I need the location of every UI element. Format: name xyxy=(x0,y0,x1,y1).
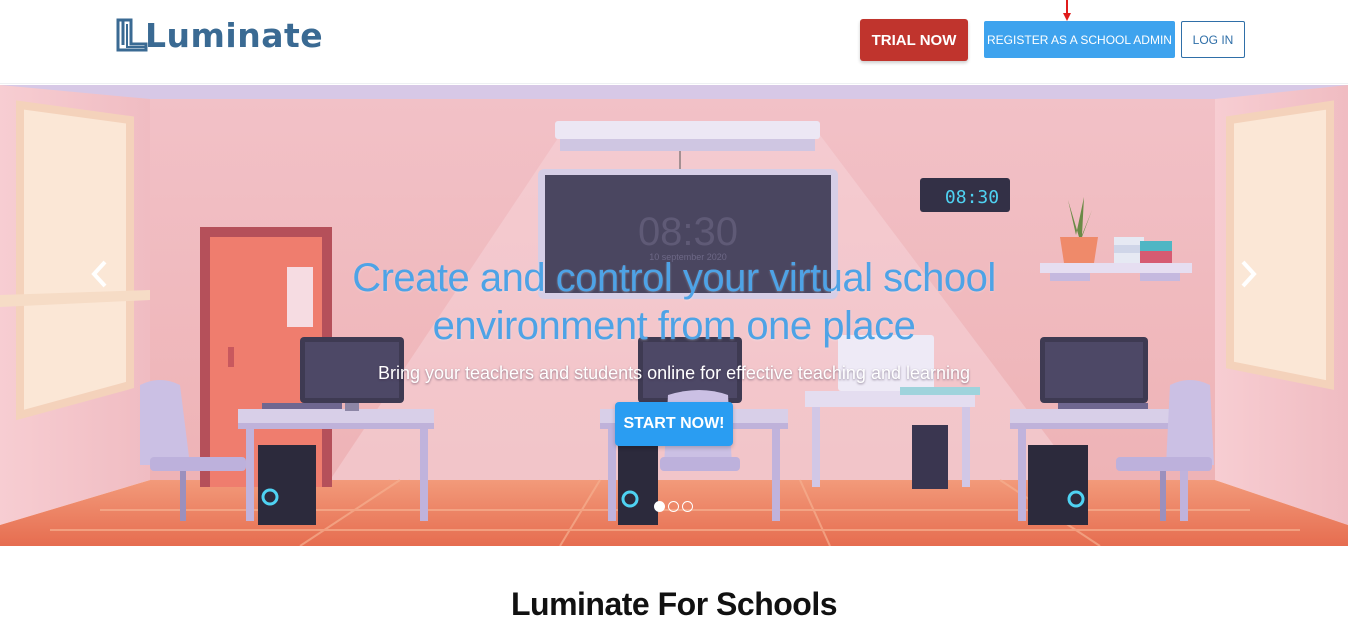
carousel-indicators xyxy=(654,501,693,512)
chevron-right-icon xyxy=(1241,260,1257,288)
section-title: Luminate For Schools xyxy=(510,586,838,622)
logo-link[interactable]: Luminate xyxy=(113,12,323,56)
board-time: 08:30 xyxy=(638,210,738,254)
carousel-dot-1[interactable] xyxy=(654,501,665,512)
login-button[interactable]: LOG IN xyxy=(1181,21,1245,58)
register-school-admin-button[interactable]: REGISTER AS A SCHOOL ADMIN xyxy=(984,21,1175,58)
chevron-left-icon xyxy=(91,260,107,288)
red-arrow-icon xyxy=(1063,0,1071,21)
carousel-prev-button[interactable] xyxy=(84,257,114,291)
carousel-dot-2[interactable] xyxy=(668,501,679,512)
carousel-dot-3[interactable] xyxy=(682,501,693,512)
hero-subtitle: Bring your teachers and students online … xyxy=(377,363,971,383)
site-header: Luminate TRIAL NOW REGISTER AS A SCHOOL … xyxy=(0,0,1348,84)
wall-clock-time: 08:30 xyxy=(945,187,999,208)
carousel-next-button[interactable] xyxy=(1234,257,1264,291)
start-now-button[interactable]: START NOW! xyxy=(615,402,733,446)
logo-text: Luminate xyxy=(145,15,324,55)
trial-now-button[interactable]: TRIAL NOW xyxy=(860,19,968,61)
hero-title: Create and control your virtual school e… xyxy=(352,256,996,348)
hero-carousel: 08:30 10 september 2020 08:30 Create and… xyxy=(0,85,1348,546)
